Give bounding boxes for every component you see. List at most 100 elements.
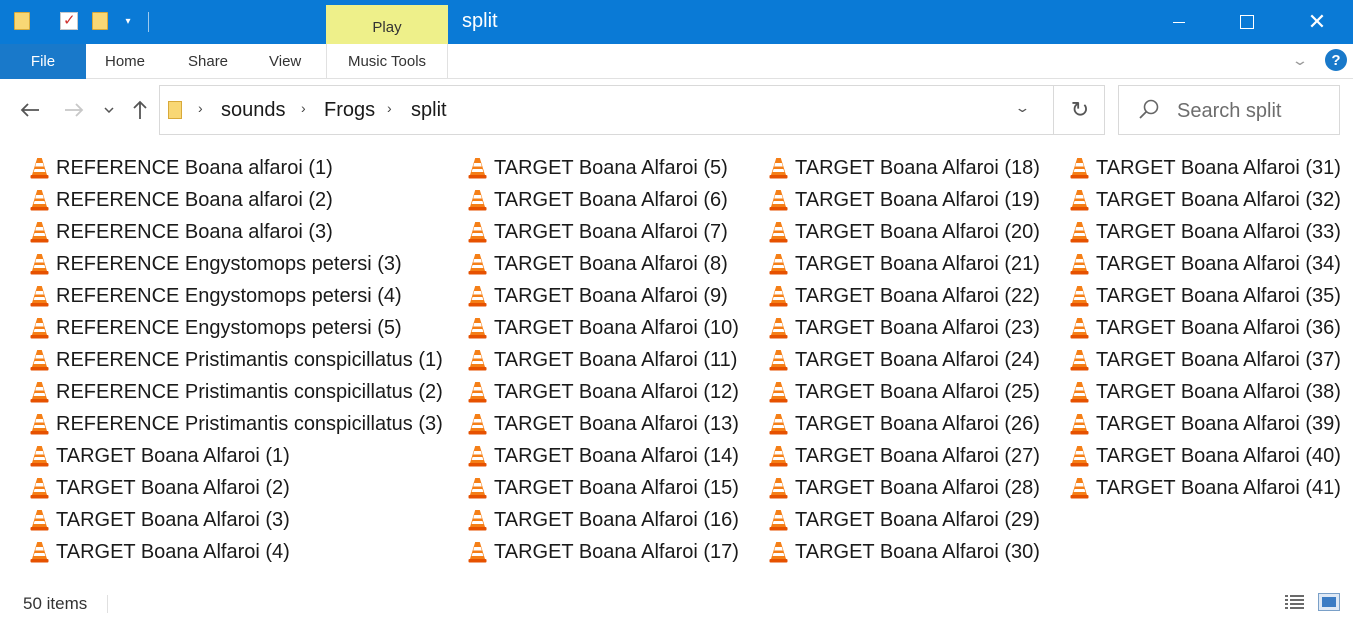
file-item[interactable]: TARGET Boana Alfaroi (41) [1070,472,1341,504]
file-item[interactable]: TARGET Boana Alfaroi (20) [769,216,1040,248]
file-item[interactable]: TARGET Boana Alfaroi (30) [769,536,1040,568]
file-item[interactable]: REFERENCE Engystomops petersi (3) [30,248,443,280]
back-arrow-icon[interactable] [16,96,44,124]
file-item[interactable]: TARGET Boana Alfaroi (4) [30,536,443,568]
file-item[interactable]: REFERENCE Boana alfaroi (3) [30,216,443,248]
close-button[interactable]: ✕ [1294,0,1340,44]
file-item[interactable]: TARGET Boana Alfaroi (5) [468,152,739,184]
file-item[interactable]: REFERENCE Boana alfaroi (1) [30,152,443,184]
vlc-cone-icon [30,382,49,403]
file-item[interactable]: REFERENCE Engystomops petersi (4) [30,280,443,312]
file-item[interactable]: TARGET Boana Alfaroi (12) [468,376,739,408]
vlc-cone-icon [769,318,788,339]
file-column: REFERENCE Boana alfaroi (1) REFERENCE Boa… [30,152,443,568]
file-item[interactable]: TARGET Boana Alfaroi (38) [1070,376,1341,408]
file-item[interactable]: TARGET Boana Alfaroi (34) [1070,248,1341,280]
maximize-button[interactable] [1224,0,1270,44]
file-item[interactable]: TARGET Boana Alfaroi (21) [769,248,1040,280]
tab-home[interactable]: Home [105,44,145,79]
file-item[interactable]: REFERENCE Boana alfaroi (2) [30,184,443,216]
file-item[interactable]: TARGET Boana Alfaroi (25) [769,376,1040,408]
file-name: TARGET Boana Alfaroi (11) [494,348,738,371]
file-item[interactable]: REFERENCE Engystomops petersi (5) [30,312,443,344]
minimize-icon [1173,21,1185,23]
file-item[interactable]: TARGET Boana Alfaroi (39) [1070,408,1341,440]
breadcrumb-frogs[interactable]: Frogs [324,99,375,122]
breadcrumb-chevron-icon[interactable]: › [301,100,306,116]
file-item[interactable]: TARGET Boana Alfaroi (17) [468,536,739,568]
file-item[interactable]: TARGET Boana Alfaroi (29) [769,504,1040,536]
file-item[interactable]: TARGET Boana Alfaroi (37) [1070,344,1341,376]
file-item[interactable]: TARGET Boana Alfaroi (6) [468,184,739,216]
search-box[interactable] [1118,85,1340,135]
details-view-icon[interactable] [1284,593,1306,611]
vlc-cone-icon [769,382,788,403]
breadcrumb-sounds[interactable]: sounds [221,99,286,122]
customize-quick-access-dropdown[interactable]: ▾ [120,10,136,32]
file-item[interactable]: TARGET Boana Alfaroi (11) [468,344,739,376]
file-item[interactable]: TARGET Boana Alfaroi (31) [1070,152,1341,184]
tab-file[interactable]: File [0,44,86,79]
file-name: TARGET Boana Alfaroi (23) [795,316,1040,339]
file-name: TARGET Boana Alfaroi (28) [795,476,1040,499]
file-item[interactable]: TARGET Boana Alfaroi (9) [468,280,739,312]
breadcrumb-split[interactable]: split [411,99,447,122]
file-name: TARGET Boana Alfaroi (41) [1096,476,1341,499]
file-item[interactable]: TARGET Boana Alfaroi (3) [30,504,443,536]
file-item[interactable]: TARGET Boana Alfaroi (13) [468,408,739,440]
file-name: TARGET Boana Alfaroi (4) [56,540,290,563]
file-item[interactable]: TARGET Boana Alfaroi (10) [468,312,739,344]
address-bar[interactable]: › sounds › Frogs › split ⌄ ↻ [159,85,1105,135]
new-folder-icon[interactable] [91,10,109,32]
file-item[interactable]: TARGET Boana Alfaroi (1) [30,440,443,472]
file-item[interactable]: REFERENCE Pristimantis conspicillatus (2… [30,376,443,408]
file-name: TARGET Boana Alfaroi (31) [1096,156,1341,179]
file-column: TARGET Boana Alfaroi (31) TARGET Boana Al… [1070,152,1341,504]
file-item[interactable]: TARGET Boana Alfaroi (35) [1070,280,1341,312]
file-item[interactable]: TARGET Boana Alfaroi (15) [468,472,739,504]
file-item[interactable]: TARGET Boana Alfaroi (8) [468,248,739,280]
large-icons-view-icon[interactable] [1318,593,1340,611]
tab-view[interactable]: View [269,44,301,79]
file-item[interactable]: TARGET Boana Alfaroi (2) [30,472,443,504]
tab-share[interactable]: Share [188,44,228,79]
breadcrumb-chevron-icon[interactable]: › [198,100,203,116]
file-name: TARGET Boana Alfaroi (12) [494,380,739,403]
file-item[interactable]: TARGET Boana Alfaroi (22) [769,280,1040,312]
file-item[interactable]: TARGET Boana Alfaroi (36) [1070,312,1341,344]
file-item[interactable]: TARGET Boana Alfaroi (27) [769,440,1040,472]
file-item[interactable]: TARGET Boana Alfaroi (33) [1070,216,1341,248]
forward-arrow-icon[interactable] [60,96,88,124]
up-arrow-icon[interactable] [126,96,154,124]
file-item[interactable]: REFERENCE Pristimantis conspicillatus (1… [30,344,443,376]
vlc-cone-icon [468,350,487,371]
help-icon[interactable]: ? [1325,49,1347,71]
file-name: REFERENCE Engystomops petersi (4) [56,284,402,307]
search-input[interactable] [1177,98,1333,124]
vlc-cone-icon [769,542,788,563]
file-name: TARGET Boana Alfaroi (2) [56,476,290,499]
file-item[interactable]: TARGET Boana Alfaroi (26) [769,408,1040,440]
tab-music-tools[interactable]: Music Tools [326,44,448,79]
file-item[interactable]: TARGET Boana Alfaroi (28) [769,472,1040,504]
file-item[interactable]: TARGET Boana Alfaroi (18) [769,152,1040,184]
file-name: TARGET Boana Alfaroi (33) [1096,220,1341,243]
refresh-icon[interactable]: ↻ [1060,96,1100,124]
file-item[interactable]: TARGET Boana Alfaroi (24) [769,344,1040,376]
expand-ribbon-chevron-icon[interactable]: ⌄ [1291,52,1309,69]
properties-icon[interactable] [58,10,80,32]
file-item[interactable]: TARGET Boana Alfaroi (16) [468,504,739,536]
file-name: TARGET Boana Alfaroi (18) [795,156,1040,179]
file-item[interactable]: TARGET Boana Alfaroi (32) [1070,184,1341,216]
file-item[interactable]: TARGET Boana Alfaroi (23) [769,312,1040,344]
breadcrumb-chevron-icon[interactable]: › [387,100,392,116]
file-item[interactable]: TARGET Boana Alfaroi (7) [468,216,739,248]
file-item[interactable]: REFERENCE Pristimantis conspicillatus (3… [30,408,443,440]
folder-icon[interactable] [13,10,31,32]
recent-locations-chevron-icon[interactable] [100,96,118,124]
address-history-chevron-icon[interactable]: ⌄ [1014,100,1030,116]
minimize-button[interactable] [1156,0,1202,44]
file-item[interactable]: TARGET Boana Alfaroi (19) [769,184,1040,216]
file-item[interactable]: TARGET Boana Alfaroi (14) [468,440,739,472]
file-item[interactable]: TARGET Boana Alfaroi (40) [1070,440,1341,472]
